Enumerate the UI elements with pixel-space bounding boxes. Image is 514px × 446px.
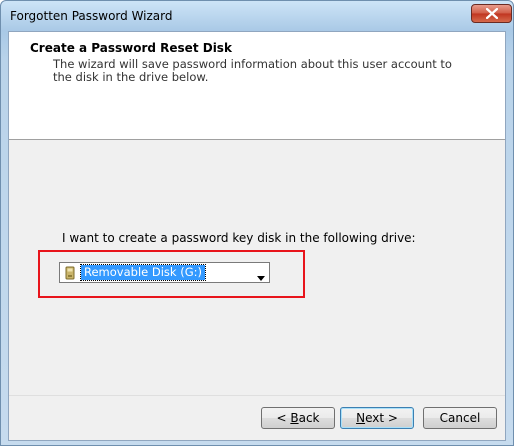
wizard-header: Create a Password Reset Disk The wizard … xyxy=(9,32,505,140)
button-bar: < Back Next > Cancel xyxy=(9,395,505,440)
next-label-rest: ext > xyxy=(365,411,398,425)
next-button[interactable]: Next > xyxy=(340,407,414,429)
drive-select[interactable]: Removable Disk (G:) xyxy=(59,262,270,283)
close-icon xyxy=(486,8,498,19)
wizard-content: Create a Password Reset Disk The wizard … xyxy=(8,31,506,441)
cancel-button[interactable]: Cancel xyxy=(423,407,497,429)
back-label-rest: ack xyxy=(298,411,320,425)
page-description: The wizard will save password informatio… xyxy=(53,57,452,84)
chevron-down-icon[interactable] xyxy=(257,270,265,284)
removable-disk-icon xyxy=(63,266,77,283)
next-label-accesskey: N xyxy=(356,411,366,425)
window-title: Forgotten Password Wizard xyxy=(10,9,173,23)
page-title: Create a Password Reset Disk xyxy=(30,41,232,55)
back-label-prefix: < xyxy=(276,411,291,425)
back-label-accesskey: B xyxy=(290,411,299,425)
title-bar[interactable]: Forgotten Password Wizard xyxy=(1,1,513,31)
wizard-window: Forgotten Password Wizard Create a Passw… xyxy=(0,0,514,446)
drive-select-value: Removable Disk (G:) xyxy=(80,264,206,281)
close-button[interactable] xyxy=(471,4,512,23)
drive-prompt-label: I want to create a password key disk in … xyxy=(62,231,416,245)
back-button[interactable]: < Back xyxy=(261,407,335,429)
